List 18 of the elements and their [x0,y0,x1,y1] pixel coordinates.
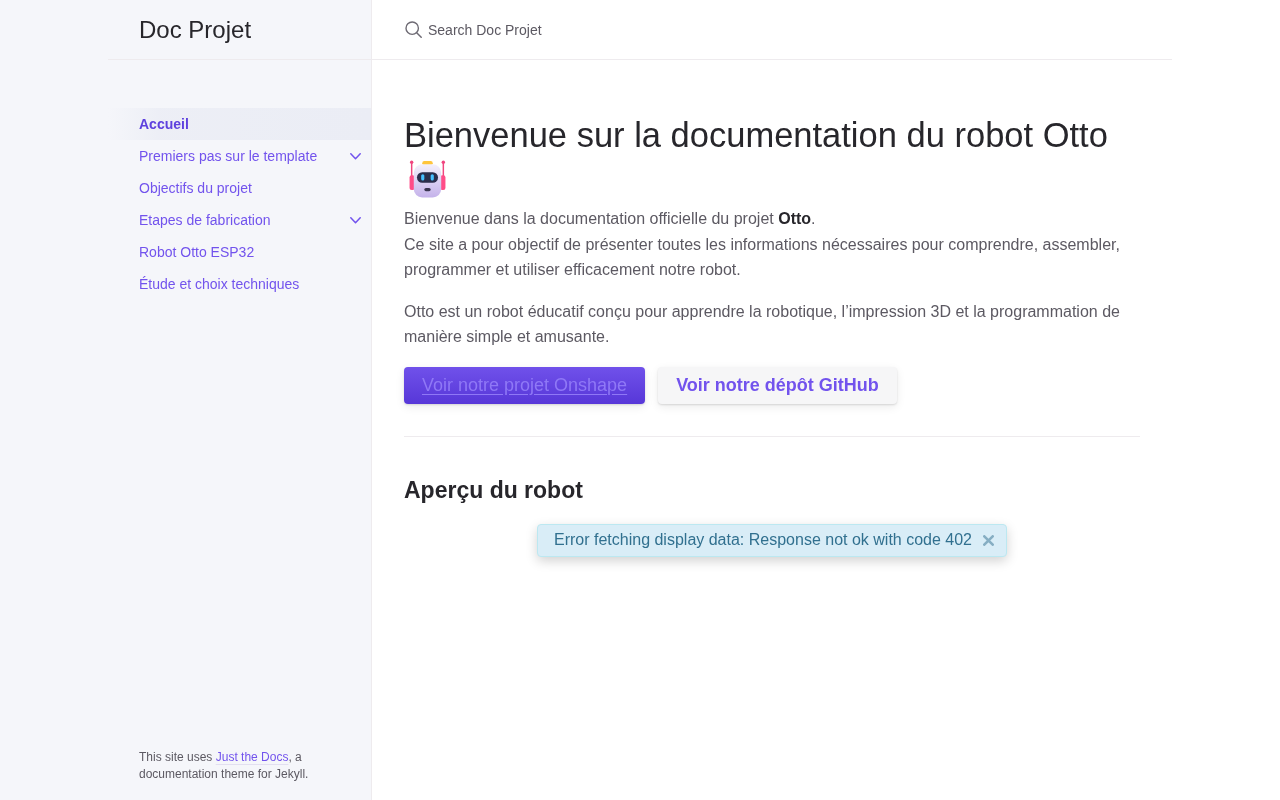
search-field[interactable]: Search Doc Projet [428,17,1140,42]
footer-text: This site uses Just the Docs, a documentation theme for Jekyll. [139,749,310,783]
nav-link[interactable]: Objectifs du projet [108,172,371,204]
search-icon [405,21,422,38]
chevron-icon[interactable] [349,216,361,224]
body-paragraph: Bienvenue dans la documentation officielle du projet Otto. Ce site a pour objectif de présenter toutes les informations nécessaires pour comprendre, assembler, programmer et utiliser efficacement notre robot. [404,209,1121,281]
error-message: Error fetching display data: Response not ok with code 402 [554,531,972,550]
nav-link[interactable]: Robot Otto ESP32 [108,236,371,268]
nav-link[interactable]: Etapes de fabrication [108,204,339,236]
link-button[interactable]: Voir notre dépôt GitHub [658,366,897,404]
page-title: Bienvenue sur la documentation du robot Otto [404,115,1109,156]
body-paragraph: Otto est un robot éducatif conçu pour apprendre la robotique, l’impression 3D et la programmation de manière simple et amusante. [404,301,1121,348]
site-title[interactable]: Doc Projet [139,14,252,45]
robot-icon [409,160,446,198]
chevron-icon[interactable] [349,152,361,160]
nav-link[interactable]: Étude et choix techniques [108,268,371,300]
section-heading: Aperçu du robot [404,475,584,505]
nav-link[interactable]: Premiers pas sur le template [108,140,339,172]
